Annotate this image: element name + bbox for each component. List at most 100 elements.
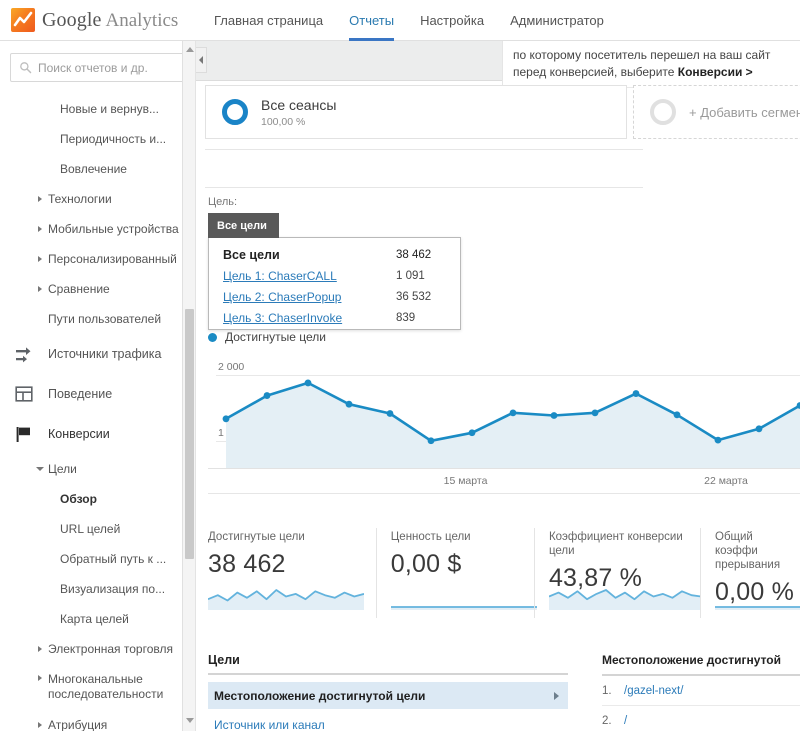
sidebar-scrollbar-thumb[interactable] (185, 309, 194, 559)
brand-text: Google Analytics (42, 9, 178, 32)
sidebar-item-attribution[interactable]: Атрибуция (0, 710, 195, 731)
goal-location-table-title: Местоположение достигнутой (602, 653, 782, 667)
sidebar-item-reverse-path[interactable]: Обратный путь к ... (0, 544, 195, 574)
hint-tooltip: по которому посетитель перешел на ваш са… (502, 41, 800, 88)
chevron-right-icon (38, 226, 42, 232)
nav-item-admin[interactable]: Администратор (497, 0, 617, 41)
goal-value: 1 091 (396, 269, 425, 282)
goals-dimension-label: Местоположение достигнутой цели (214, 688, 426, 703)
sidebar-item-label: Сравнение (48, 282, 110, 296)
sidebar-item-comparison[interactable]: Сравнение (0, 274, 195, 304)
scroll-down-arrow-icon[interactable] (186, 718, 194, 723)
goal-name[interactable]: Цель 1: ChaserCALL (223, 269, 396, 283)
goals-dimension-source-medium[interactable]: Источник или канал (208, 709, 568, 731)
sidebar-item-label: Технологии (48, 192, 112, 206)
scroll-up-arrow-icon[interactable] (186, 47, 194, 52)
x-tick-label: 15 марта (443, 475, 488, 487)
chevron-right-icon (38, 646, 42, 652)
metric-value: 0,00 $ (390, 550, 462, 578)
metric-label: Коэффициент конверсии цели (548, 531, 683, 557)
goal-value: 839 (396, 311, 416, 324)
segment-divider (205, 149, 643, 150)
sidebar-section-behavior[interactable]: Поведение (0, 374, 195, 414)
goal-value: 38 462 (396, 248, 432, 261)
sidebar-item-custom[interactable]: Персонализированный (0, 244, 195, 274)
chevron-right-icon (38, 196, 42, 202)
goal-divider (205, 187, 643, 188)
sidebar-item-funnel-visualization[interactable]: Визуализация по... (0, 574, 195, 604)
brand-logo[interactable]: Google Analytics (0, 8, 190, 32)
add-segment-button[interactable]: + Добавить сегмент (633, 85, 800, 139)
chevron-right-icon (38, 675, 42, 681)
nav-item-reports[interactable]: Отчеты (336, 0, 407, 41)
sidebar-item-mobile-devices[interactable]: Мобильные устройства (0, 214, 195, 244)
search-container: Поиск отчетов и др. (0, 41, 195, 92)
chevron-right-icon (38, 286, 42, 292)
sidebar-item-new-returning[interactable]: Новые и вернув... (0, 94, 195, 124)
sidebar-item-label: Электронная торговля (48, 642, 173, 656)
sidebar-item-engagement[interactable]: Вовлечение (0, 154, 195, 184)
segment-ring-icon (222, 99, 248, 125)
goal-field-label: Цель: (208, 196, 238, 208)
sidebar-item-goal-map[interactable]: Карта целей (0, 604, 195, 634)
sidebar-item-overview[interactable]: Обзор (0, 484, 195, 514)
goal-row-1[interactable]: Цель 1: ChaserCALL 1 091 (209, 265, 460, 286)
metric-sparkline (208, 589, 364, 610)
goal-dropdown-panel: Все цели 38 462 Цель 1: ChaserCALL 1 091… (208, 237, 461, 330)
segment-text: Все сеансы 100,00 % (261, 97, 336, 128)
sidebar-item-frequency[interactable]: Периодичность и... (0, 124, 195, 154)
goal-location-table: Местоположение достигнутой 1. /gazel-nex… (602, 653, 800, 731)
row-value[interactable]: /gazel-next/ (624, 685, 683, 697)
sidebar-item-user-paths[interactable]: Пути пользователей (0, 304, 195, 334)
chart-x-axis: 15 марта 22 марта (208, 468, 800, 493)
sidebar-item-ecommerce[interactable]: Электронная торговля (0, 634, 195, 664)
hint-line-2-text: перед конверсией, выберите (513, 65, 678, 79)
brand-word-analytics: Analytics (105, 9, 179, 31)
sidebar-section-traffic-sources[interactable]: Источники трафика (0, 334, 195, 374)
segment-all-sessions[interactable]: Все сеансы 100,00 % (205, 85, 627, 139)
hint-line-2-bold: Конверсии > (677, 65, 753, 79)
segment-bar: Все сеансы 100,00 % + Добавить сегмент (196, 85, 800, 140)
table-row[interactable]: 2. / (602, 706, 800, 731)
goal-row-3[interactable]: Цель 3: ChaserInvoke 839 (209, 307, 460, 328)
row-index: 1. (602, 684, 612, 697)
sidebar-item-multichannel-funnels[interactable]: Многоканальные последовательности (0, 664, 195, 710)
conversions-flag-icon (14, 424, 34, 444)
goal-name[interactable]: Цель 2: ChaserPopup (223, 290, 396, 304)
sidebar-item-technologies[interactable]: Технологии (0, 184, 195, 214)
table-row[interactable]: 1. /gazel-next/ (602, 676, 800, 706)
sidebar-collapse-button[interactable] (196, 47, 207, 73)
search-input[interactable]: Поиск отчетов и др. (10, 53, 185, 82)
goal-row-all[interactable]: Все цели 38 462 (209, 244, 460, 265)
goal-name: Все цели (223, 247, 280, 262)
metric-sparkline (390, 606, 537, 610)
empty-ring-icon (650, 99, 676, 125)
goals-dimension-goal-location[interactable]: Местоположение достигнутой цели (208, 682, 568, 709)
metric-tile-goal-value[interactable]: Ценность цели 0,00 $ (375, 528, 537, 618)
sidebar-item-goal-urls[interactable]: URL целей (0, 514, 195, 544)
hint-line-1: по которому посетитель перешел на ваш са… (513, 48, 771, 62)
nav-item-customization[interactable]: Настройка (407, 0, 497, 41)
sidebar-item-goals[interactable]: Цели (0, 454, 195, 484)
metric-tile-goal-completions[interactable]: Достигнутые цели 38 462 (208, 528, 376, 618)
goal-name[interactable]: Цель 3: ChaserInvoke (223, 311, 396, 325)
metric-label: Достигнутые цели (208, 531, 305, 543)
chevron-down-icon (36, 467, 44, 471)
left-sidebar: Поиск отчетов и др. Новые и вернув... Пе… (0, 41, 196, 731)
chart-bottom-rule (208, 493, 800, 494)
legend-label: Достигнутые цели (225, 330, 326, 344)
goal-selector-tab[interactable]: Все цели (208, 213, 279, 238)
sidebar-section-conversions[interactable]: Конверсии (0, 414, 195, 454)
sidebar-scrollbar[interactable] (182, 41, 195, 731)
metric-tile-abandonment-rate[interactable]: Общий коэффи прерывания 0,00 % (700, 528, 800, 618)
metric-sparkline (548, 589, 701, 610)
x-tick-label: 22 марта (704, 475, 748, 487)
goals-dimension-panel: Цели Местоположение достигнутой цели Ист… (208, 653, 568, 731)
goals-line-chart[interactable]: 2 000 1 000 (208, 346, 800, 468)
goal-row-2[interactable]: Цель 2: ChaserPopup 36 532 (209, 286, 460, 307)
row-value[interactable]: / (624, 715, 627, 727)
metric-tile-conversion-rate[interactable]: Коэффициент конверсии цели 43,87 % (533, 528, 701, 618)
main-content: по которому посетитель перешел на ваш са… (196, 41, 800, 731)
nav-item-home[interactable]: Главная страница (201, 0, 336, 41)
top-bar: Google Analytics Главная страница Отчеты … (0, 0, 800, 41)
